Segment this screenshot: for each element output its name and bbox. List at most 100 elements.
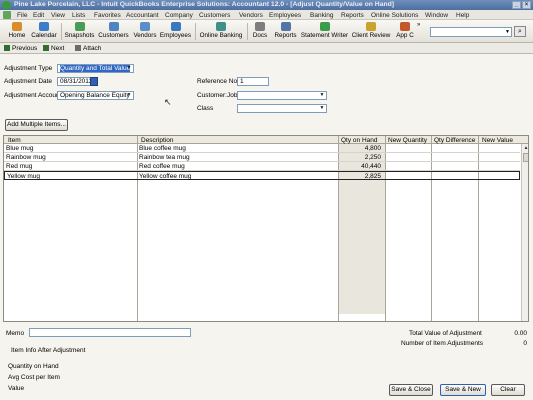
menu-edit[interactable]: Edit	[33, 12, 44, 19]
num-adjustments: 0	[523, 340, 527, 347]
menu-customers[interactable]: Customers	[199, 12, 230, 19]
chevron-down-icon[interactable]: ▼	[505, 29, 510, 35]
value-label: Value	[8, 385, 25, 392]
adjustment-type-label: Adjustment Type	[4, 65, 53, 72]
search-input[interactable]: ▼	[430, 27, 512, 37]
scroll-up-icon[interactable]: ▲	[523, 145, 528, 151]
table-row-selected[interactable]: Yellow mug Yellow coffee mug 2,825	[4, 171, 520, 180]
home-icon	[12, 22, 22, 31]
menu-vendors[interactable]: Vendors	[239, 12, 263, 19]
customer-job-select[interactable]: ▼	[237, 91, 327, 100]
window-title: Pine Lake Porcelain, LLC - Intuit QuickB…	[14, 1, 395, 8]
column-header-new-value[interactable]: New Value	[482, 137, 513, 144]
memo-label: Memo	[6, 330, 25, 337]
vendors-icon	[140, 22, 150, 31]
save-close-button[interactable]: Save & Close	[389, 384, 433, 396]
column-header-qty-on-hand[interactable]: Qty on Hand	[341, 137, 378, 144]
menu-bar: File Edit View Lists Favorites Accountan…	[0, 10, 533, 20]
menu-reports[interactable]: Reports	[341, 12, 364, 19]
chevron-down-icon[interactable]: ▼	[125, 92, 133, 99]
customers-icon	[108, 22, 119, 31]
menu-window[interactable]: Window	[425, 12, 448, 19]
employees-button[interactable]: Employees	[159, 21, 192, 42]
column-header-item[interactable]: Item	[8, 137, 21, 144]
column-header-new-quantity[interactable]: New Quantity	[388, 137, 427, 144]
adjustment-date-field[interactable]: 08/31/2012	[57, 77, 91, 86]
clear-button[interactable]: Clear	[491, 384, 525, 396]
table-row[interactable]: Rainbow mug Rainbow tea mug 2,250	[4, 153, 520, 162]
adjustment-account-select[interactable]: Opening Balance Equity ▼	[57, 91, 134, 100]
menu-employees[interactable]: Employees	[269, 12, 301, 19]
num-adjustments-label: Number of Item Adjustments	[401, 340, 484, 347]
memo-field[interactable]	[29, 328, 191, 337]
docs-button[interactable]: Docs	[250, 21, 270, 42]
calendar-icon	[39, 22, 49, 31]
reports-button[interactable]: Reports	[273, 21, 298, 42]
statement-writer-button[interactable]: Statement Writer	[300, 21, 349, 42]
minimize-icon[interactable]: _	[512, 1, 521, 9]
next-button[interactable]: Next	[43, 44, 64, 52]
online-banking-icon	[216, 22, 226, 31]
close-icon[interactable]: ×	[522, 1, 531, 9]
menu-online-solutions[interactable]: Online Solutions	[371, 12, 418, 19]
quickbooks-logo-icon	[2, 1, 11, 9]
snapshots-button[interactable]: Snapshots	[63, 21, 96, 42]
total-value-label: Total Value of Adjustment	[409, 330, 482, 337]
menu-company[interactable]: Company	[165, 12, 193, 19]
chevron-down-icon[interactable]: ▼	[125, 65, 133, 72]
menu-accountant[interactable]: Accountant	[126, 12, 159, 19]
avg-cost-label: Avg Cost per Item	[8, 374, 60, 381]
item-info-title: Item Info After Adjustment	[11, 347, 86, 354]
calendar-icon[interactable]	[90, 77, 98, 86]
column-header-qty-difference[interactable]: Qty Difference	[434, 137, 475, 144]
client-review-button[interactable]: Client Review	[351, 21, 391, 42]
search-icon[interactable]: ⌕	[514, 26, 526, 37]
item-table: Item Description Qty on Hand New Quantit…	[3, 135, 529, 322]
customers-button[interactable]: Customers	[97, 21, 130, 42]
menu-view[interactable]: View	[51, 12, 65, 19]
class-select[interactable]: ▼	[237, 104, 327, 113]
class-label: Class	[197, 105, 214, 112]
reference-no-label: Reference No.	[197, 78, 239, 85]
add-multiple-items-button[interactable]: Add Multiple Items...	[5, 119, 68, 131]
adjustment-type-select[interactable]: Quantity and Total Value ▼	[57, 64, 134, 73]
statement-writer-icon	[319, 22, 330, 31]
chevron-down-icon[interactable]: ▼	[318, 105, 326, 112]
chevron-down-icon[interactable]: ▼	[318, 92, 326, 99]
docs-icon	[255, 22, 265, 31]
adjustment-date-label: Adjustment Date	[4, 78, 53, 85]
menu-help[interactable]: Help	[456, 12, 469, 19]
snapshots-icon	[74, 22, 85, 31]
client-review-icon	[366, 22, 376, 31]
menu-favorites[interactable]: Favorites	[94, 12, 121, 19]
table-scrollbar[interactable]: ▲	[521, 144, 528, 321]
column-header-description[interactable]: Description	[141, 137, 174, 144]
menu-banking[interactable]: Banking	[310, 12, 334, 19]
online-banking-button[interactable]: Online Banking	[198, 21, 244, 42]
attach-button[interactable]: Attach	[75, 44, 101, 52]
mouse-cursor-icon: ↖	[164, 97, 172, 107]
home-button[interactable]: Home	[4, 21, 30, 42]
adjustment-account-label: Adjustment Account	[4, 92, 62, 99]
total-value: 0.00	[514, 330, 527, 337]
form-toolbar: Previous Next Attach	[0, 43, 533, 54]
quantity-on-hand-label: Quantity on Hand	[8, 363, 59, 370]
calendar-button[interactable]: Calendar	[29, 21, 59, 42]
save-new-button[interactable]: Save & New	[440, 384, 486, 396]
reference-no-field[interactable]: 1	[237, 77, 269, 86]
app-center-button[interactable]: App C	[395, 21, 415, 42]
paperclip-icon	[75, 44, 81, 51]
vendors-button[interactable]: Vendors	[131, 21, 159, 42]
previous-button[interactable]: Previous	[4, 44, 37, 52]
table-row[interactable]: Red mug Red coffee mug 40,440	[4, 162, 520, 171]
customer-job-label: Customer:Job	[197, 92, 238, 99]
employees-icon	[170, 22, 181, 31]
scroll-thumb[interactable]	[523, 153, 528, 162]
more-icon[interactable]: »	[417, 22, 420, 28]
app-center-icon	[400, 22, 410, 31]
table-row[interactable]: Blue mug Blue coffee mug 4,800	[4, 144, 520, 153]
qb-menu-icon[interactable]	[3, 11, 11, 19]
arrow-right-icon	[43, 44, 49, 51]
menu-lists[interactable]: Lists	[72, 12, 85, 19]
menu-file[interactable]: File	[17, 12, 27, 19]
